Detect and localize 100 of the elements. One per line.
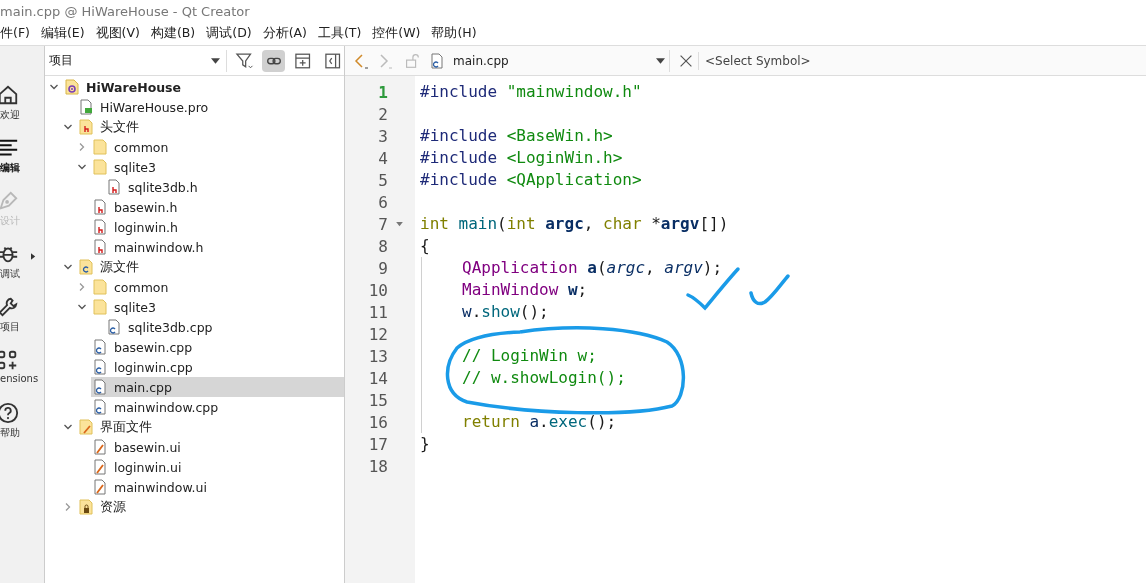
- code-token: ,: [645, 258, 656, 277]
- code-token: <LoginWin.h>: [506, 148, 623, 167]
- menu-item[interactable]: 调试(D): [206, 25, 252, 42]
- line-number: 2: [377, 104, 388, 124]
- source-file-icon: [92, 339, 108, 355]
- file-dropdown[interactable]: main.cpp: [429, 49, 670, 72]
- code-token: ,: [583, 214, 595, 233]
- code-token: ;: [577, 280, 588, 299]
- line-number: 15: [367, 390, 388, 410]
- form-file-icon: [92, 459, 108, 475]
- line-number: 9: [377, 258, 388, 278]
- lock-icon: [403, 51, 421, 70]
- line-number: 5: [377, 170, 388, 190]
- tree-item[interactable]: basewin.h: [91, 197, 344, 217]
- menu-item[interactable]: 控件(W): [372, 25, 421, 42]
- menu-item[interactable]: 工具(T): [317, 25, 362, 42]
- code-token: .: [539, 412, 549, 431]
- tree-item[interactable]: sqlite3: [91, 157, 344, 177]
- menu-item[interactable]: 帮助(H): [431, 25, 477, 42]
- code-token: "mainwindow.h": [506, 82, 642, 101]
- view-dropdown[interactable]: 项目: [45, 49, 227, 72]
- code-token: int: [506, 214, 537, 233]
- fold-arrow-icon[interactable]: [395, 221, 403, 227]
- code-token: a: [587, 258, 597, 277]
- header-file-icon: [106, 179, 122, 195]
- source-file-icon: [92, 379, 108, 395]
- line-number: 8: [377, 236, 388, 256]
- code-token: argv: [660, 214, 700, 233]
- mode-button[interactable]: 项目: [0, 296, 44, 349]
- tree-item[interactable]: 源文件: [77, 257, 344, 277]
- mode-button[interactable]: 帮助: [0, 402, 44, 455]
- pen-nib-icon: [0, 190, 19, 212]
- window-title: main.cpp @ HiWareHouse - Qt Creator: [0, 3, 250, 19]
- tree-item[interactable]: loginwin.h: [91, 217, 344, 237]
- code-token: );: [702, 258, 723, 277]
- code-token: QApplication: [462, 258, 579, 277]
- line-number: 4: [377, 148, 388, 168]
- line-number: 1: [377, 82, 388, 102]
- header-file-icon: [92, 199, 108, 215]
- mode-button[interactable]: 编辑: [0, 137, 44, 190]
- tree-item[interactable]: main.cpp: [91, 377, 344, 397]
- symbol-dropdown[interactable]: <Select Symbol>: [703, 53, 811, 68]
- tree-item[interactable]: mainwindow.cpp: [91, 397, 344, 417]
- tree-item[interactable]: sqlite3db.h: [105, 177, 344, 197]
- code-token: w: [567, 280, 578, 299]
- project-file-icon: [78, 99, 94, 115]
- code-token: a: [529, 412, 540, 431]
- code-token: return: [462, 412, 521, 431]
- code-token: main: [458, 214, 498, 233]
- header-file-icon: [92, 239, 108, 255]
- code-token: #include: [420, 82, 499, 101]
- tree-item[interactable]: basewin.ui: [91, 437, 344, 457]
- tree-item[interactable]: common: [91, 277, 344, 297]
- form-folder-icon: [78, 419, 94, 435]
- code-token: ();: [587, 412, 617, 431]
- folder-icon: [92, 159, 108, 175]
- menu-item[interactable]: 视图(V): [95, 25, 140, 42]
- folder-icon: [92, 299, 108, 315]
- folder-icon: [92, 279, 108, 295]
- line-number: 11: [367, 302, 388, 322]
- tree-item[interactable]: sqlite3: [91, 297, 344, 317]
- dropdown-arrow-icon: [656, 57, 665, 64]
- tree-item[interactable]: loginwin.cpp: [91, 357, 344, 377]
- project-folder-icon: [64, 79, 80, 95]
- menu-item[interactable]: 构建(B): [150, 25, 196, 42]
- tree-item[interactable]: basewin.cpp: [91, 337, 344, 357]
- wrench-icon: [0, 296, 19, 318]
- code-token: }: [420, 434, 430, 453]
- mode-button[interactable]: 调试: [0, 243, 44, 296]
- code-token: (: [497, 214, 507, 233]
- tree-item[interactable]: 界面文件: [77, 417, 344, 437]
- code-token: ();: [519, 302, 549, 321]
- link-toggle[interactable]: [261, 49, 286, 72]
- line-number: 6: [377, 192, 388, 212]
- tree-item[interactable]: mainwindow.h: [91, 237, 344, 257]
- mode-button[interactable]: 欢迎: [0, 84, 44, 137]
- resource-folder-icon: [78, 499, 94, 515]
- tree-item[interactable]: loginwin.ui: [91, 457, 344, 477]
- code-token: exec: [548, 412, 588, 431]
- code-token: (: [596, 258, 607, 277]
- code-comment: // LoginWin w;: [462, 346, 597, 365]
- mode-button[interactable]: ensions: [0, 349, 44, 402]
- extensions-icon: [0, 349, 19, 371]
- header-file-icon: [92, 219, 108, 235]
- tree-item[interactable]: HiWareHouse: [63, 77, 344, 97]
- code-token: *: [651, 214, 661, 233]
- menu-item[interactable]: 分析(A): [262, 25, 307, 42]
- line-number: 7: [377, 214, 388, 234]
- help-icon: [0, 402, 19, 424]
- tree-item[interactable]: mainwindow.ui: [91, 477, 344, 497]
- tree-item[interactable]: 资源: [77, 497, 344, 517]
- tree-item[interactable]: common: [91, 137, 344, 157]
- code-comment: // w.showLogin();: [462, 368, 626, 387]
- tree-item[interactable]: HiWareHouse.pro: [77, 97, 344, 117]
- form-file-icon: [92, 479, 108, 495]
- tree-item[interactable]: sqlite3db.cpp: [105, 317, 344, 337]
- menu-item[interactable]: 件(F): [0, 25, 30, 42]
- tree-item[interactable]: 头文件: [77, 117, 344, 137]
- menu-item[interactable]: 编辑(E): [40, 25, 85, 42]
- code-token: []): [699, 214, 729, 233]
